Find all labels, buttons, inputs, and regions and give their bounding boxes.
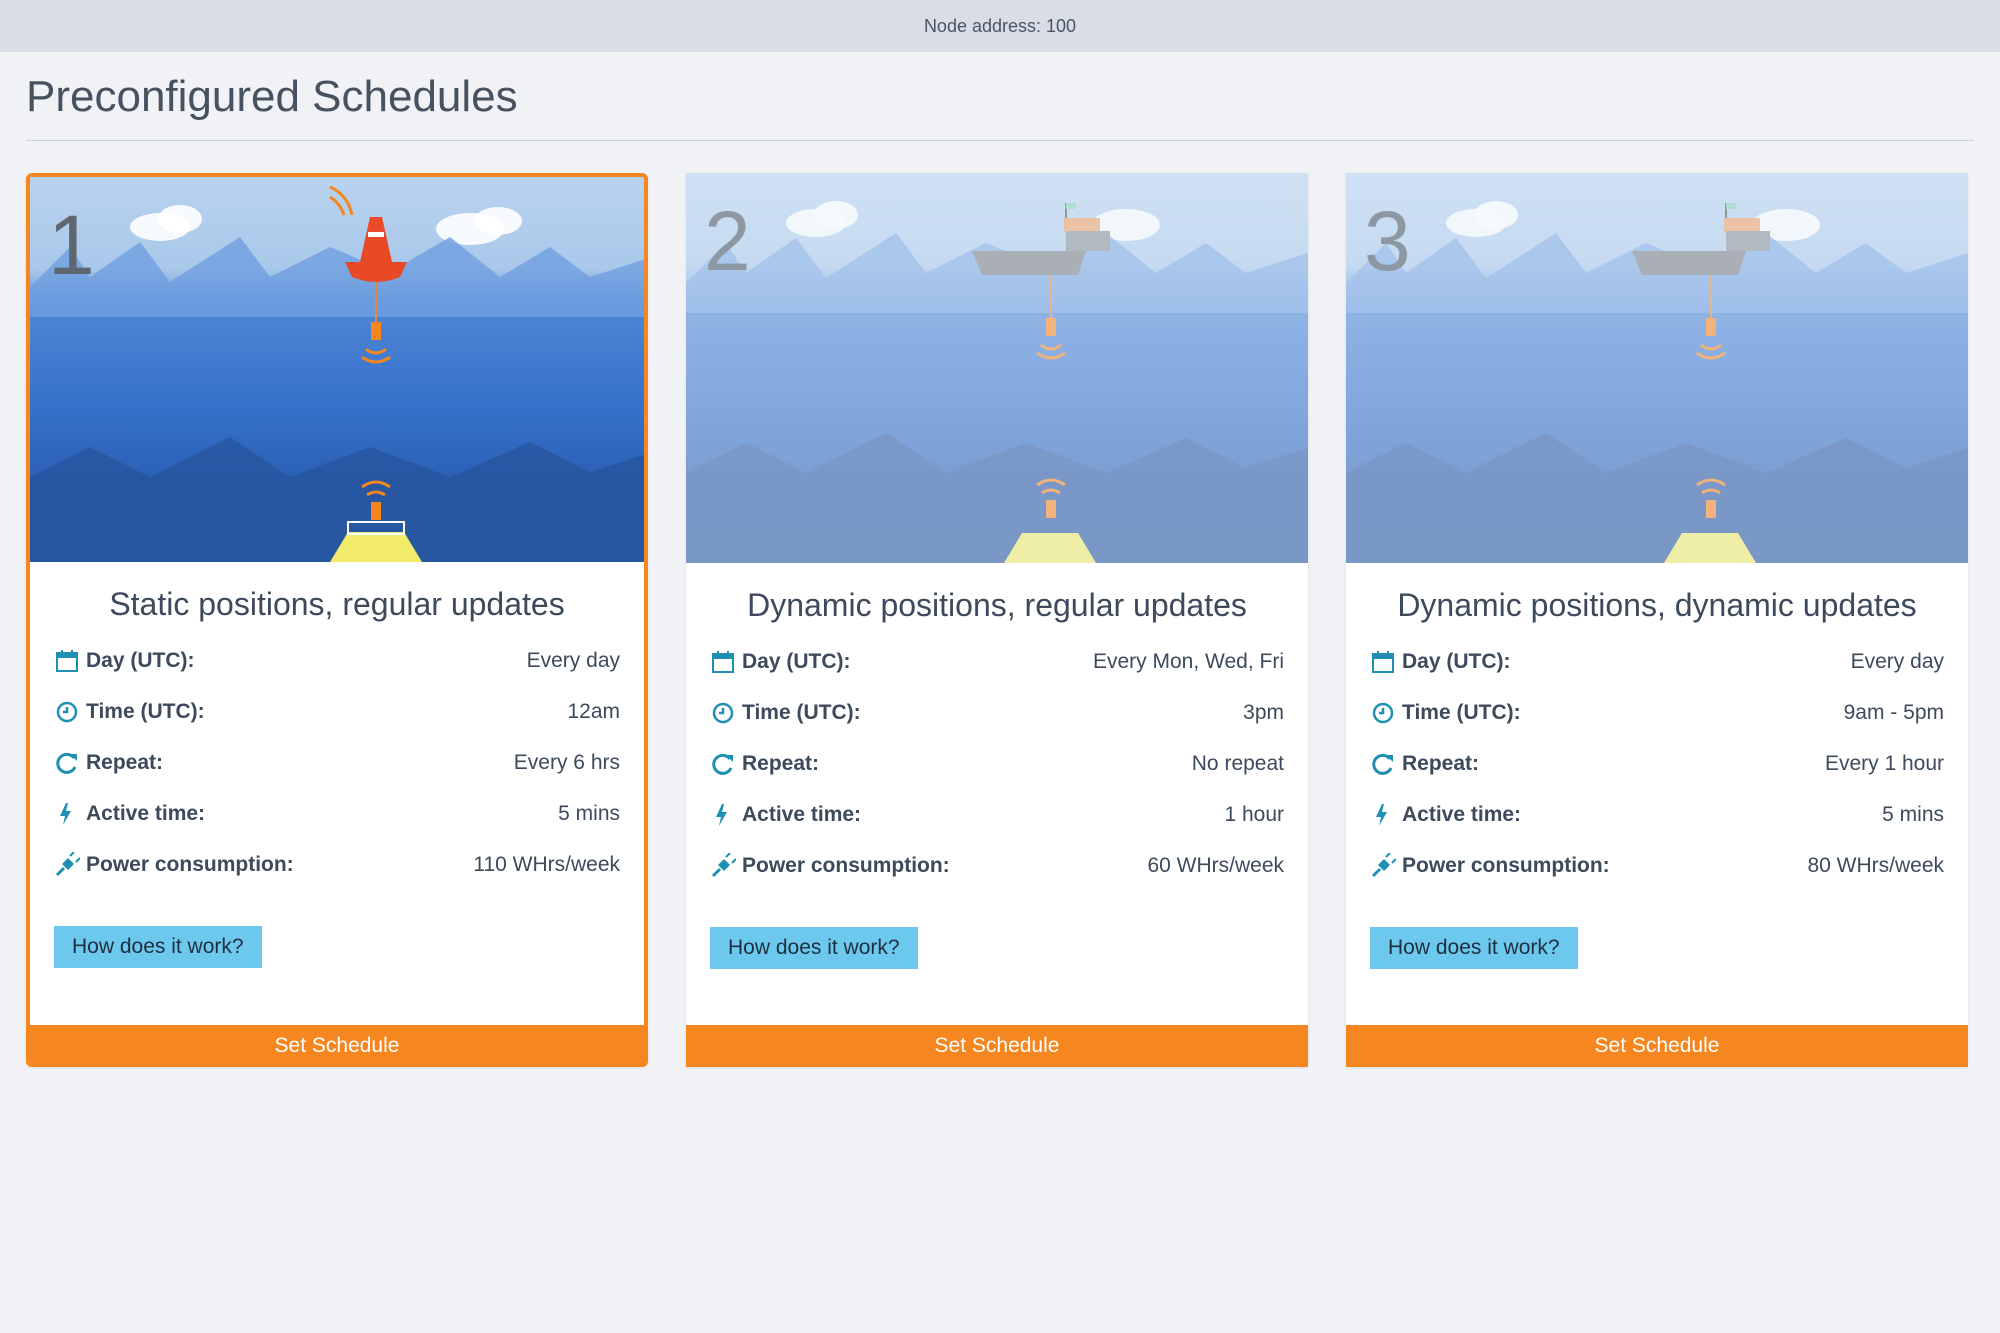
row-active-time: Active time: 5 mins (1370, 789, 1944, 840)
card-illustration: 1 (30, 177, 644, 562)
power-value: 80 WHrs/week (1807, 853, 1944, 877)
plug-icon (55, 851, 80, 876)
card-title: Static positions, regular updates (109, 586, 565, 622)
power-value: 110 WHrs/week (473, 852, 620, 876)
row-time: Time (UTC): 9am - 5pm (1370, 687, 1944, 738)
active-time-label: Active time: (86, 801, 206, 825)
repeat-value: No repeat (1191, 751, 1284, 775)
how-does-it-work-button[interactable]: How does it work? (1370, 927, 1578, 969)
set-schedule-button[interactable]: Set Schedule (686, 1025, 1308, 1067)
active-time-label: Active time: (742, 802, 862, 826)
repeat-label: Repeat: (1402, 751, 1480, 775)
repeat-value: Every 6 hrs (513, 750, 620, 774)
card-number: 2 (704, 194, 751, 288)
card-number: 1 (48, 198, 95, 292)
time-label: Time (UTC): (86, 699, 205, 723)
node-address: Node address: 100 (923, 15, 1077, 36)
day-value: Every day (1850, 649, 1944, 673)
card-number: 3 (1364, 194, 1411, 288)
active-time-label: Active time: (1402, 802, 1522, 826)
row-power: Power consumption: 110 WHrs/week (54, 839, 620, 890)
plug-icon (711, 852, 736, 877)
row-time: Time (UTC): 3pm (710, 687, 1284, 738)
power-label: Power consumption: (1402, 853, 1610, 877)
day-label: Day (UTC): (86, 648, 195, 672)
row-repeat: Repeat: Every 6 hrs (54, 737, 620, 788)
row-day: Day (UTC): Every day (54, 635, 620, 686)
repeat-label: Repeat: (86, 750, 164, 774)
clock-icon (56, 701, 78, 722)
repeat-label: Repeat: (742, 751, 820, 775)
active-time-value: 5 mins (558, 801, 620, 825)
how-does-it-work-button[interactable]: How does it work? (54, 926, 262, 968)
plug-icon (1371, 852, 1396, 877)
repeat-value: Every 1 hour (1824, 751, 1944, 775)
power-value: 60 WHrs/week (1147, 853, 1284, 877)
card-title: Dynamic positions, dynamic updates (1397, 587, 1917, 623)
row-day: Day (UTC): Every day (1370, 636, 1944, 687)
set-schedule-button[interactable]: Set Schedule (26, 1025, 648, 1067)
row-active-time: Active time: 5 mins (54, 788, 620, 839)
row-active-time: Active time: 1 hour (710, 789, 1284, 840)
power-label: Power consumption: (742, 853, 950, 877)
card-illustration: 2 (686, 173, 1308, 563)
refresh-icon (712, 753, 733, 775)
calendar-icon (712, 650, 734, 673)
schedule-cards: 1 Static positions, regular updates Day … (0, 141, 2000, 1121)
day-label: Day (UTC): (742, 649, 851, 673)
bolt-icon (716, 803, 727, 826)
day-value: Every day (526, 648, 620, 672)
bolt-icon (60, 802, 71, 825)
power-label: Power consumption: (86, 852, 294, 876)
page-title: Preconfigured Schedules (26, 72, 1974, 141)
clock-icon (712, 702, 734, 723)
ocean-scene-buoy (30, 185, 644, 562)
schedule-card-3[interactable]: 3 Dynamic positions, dynamic updates Day… (1346, 173, 1968, 1067)
time-label: Time (UTC): (1402, 700, 1521, 724)
ocean-scene-boat (686, 201, 1308, 563)
row-power: Power consumption: 80 WHrs/week (1370, 840, 1944, 891)
calendar-icon (56, 649, 78, 672)
bolt-icon (1376, 803, 1387, 826)
refresh-icon (56, 752, 77, 774)
clock-icon (1372, 702, 1394, 723)
day-value: Every Mon, Wed, Fri (1093, 649, 1284, 673)
set-schedule-button[interactable]: Set Schedule (1346, 1025, 1968, 1067)
active-time-value: 5 mins (1882, 802, 1944, 826)
ocean-scene-boat (1346, 201, 1968, 563)
row-repeat: Repeat: Every 1 hour (1370, 738, 1944, 789)
schedule-card-1[interactable]: 1 Static positions, regular updates Day … (26, 173, 648, 1067)
time-value: 3pm (1243, 700, 1284, 724)
how-does-it-work-button[interactable]: How does it work? (710, 927, 918, 969)
row-time: Time (UTC): 12am (54, 686, 620, 737)
row-day: Day (UTC): Every Mon, Wed, Fri (710, 636, 1284, 687)
active-time-value: 1 hour (1224, 802, 1284, 826)
time-value: 12am (567, 699, 620, 723)
calendar-icon (1372, 650, 1394, 673)
card-title: Dynamic positions, regular updates (747, 587, 1247, 623)
refresh-icon (1372, 753, 1393, 775)
card-illustration: 3 (1346, 173, 1968, 563)
time-value: 9am - 5pm (1843, 700, 1944, 724)
schedule-card-2[interactable]: 2 Dynamic positions, regular updates Day… (686, 173, 1308, 1067)
row-repeat: Repeat: No repeat (710, 738, 1284, 789)
day-label: Day (UTC): (1402, 649, 1511, 673)
row-power: Power consumption: 60 WHrs/week (710, 840, 1284, 891)
time-label: Time (UTC): (742, 700, 861, 724)
top-bar: Node address: 100 (0, 0, 2000, 52)
